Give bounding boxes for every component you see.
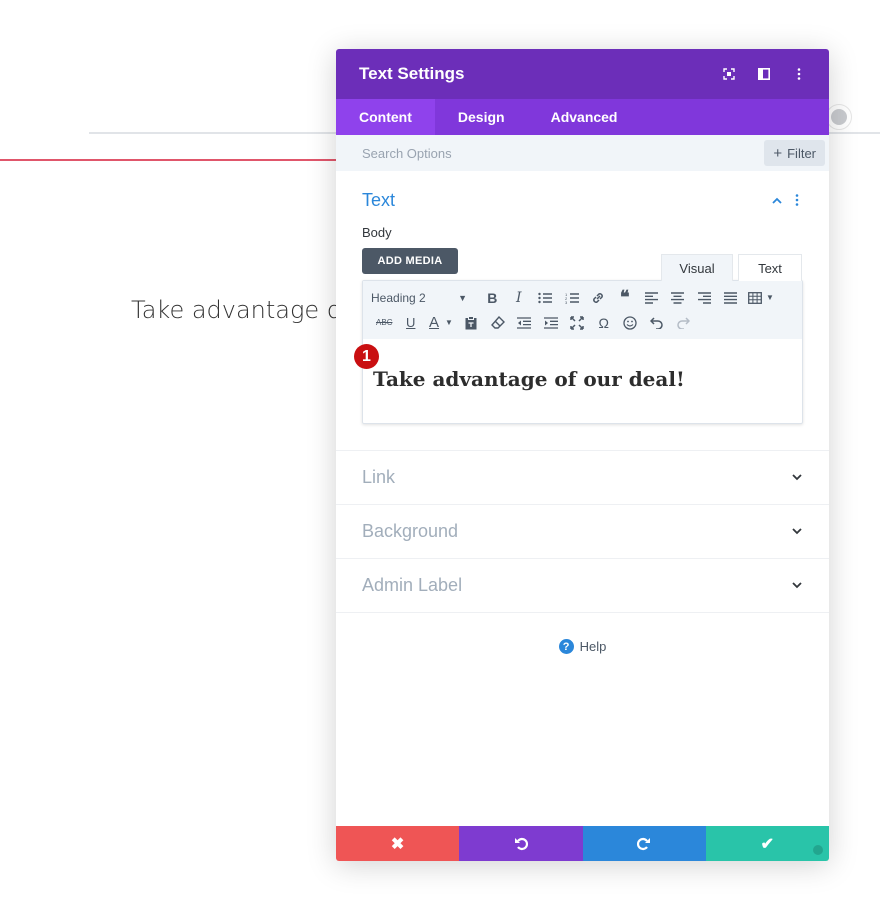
text-section-title: Text bbox=[362, 189, 396, 210]
italic-icon[interactable]: I bbox=[506, 287, 533, 309]
text-settings-modal: Text Settings Content Design Advanced + … bbox=[336, 49, 829, 861]
modal-footer: ✖ ✔ bbox=[336, 826, 829, 861]
modal-header: Text Settings bbox=[336, 49, 829, 99]
chevron-down-icon[interactable] bbox=[791, 472, 803, 484]
undo-icon[interactable] bbox=[644, 312, 671, 334]
undo-button[interactable] bbox=[459, 826, 583, 861]
indent-icon[interactable] bbox=[538, 312, 565, 334]
link-section-title: Link bbox=[362, 467, 396, 487]
chevron-down-icon[interactable] bbox=[791, 526, 803, 538]
special-character-icon[interactable]: Ω bbox=[591, 312, 618, 334]
redo-icon[interactable] bbox=[670, 312, 697, 334]
background-section[interactable]: Background bbox=[336, 505, 829, 559]
step-badge: 1 bbox=[354, 344, 379, 369]
format-select-value: Heading 2 bbox=[371, 290, 426, 305]
help-icon: ? bbox=[558, 639, 574, 654]
emoji-icon[interactable] bbox=[617, 312, 644, 334]
modal-tabs: Content Design Advanced bbox=[336, 99, 829, 135]
link-icon[interactable] bbox=[585, 287, 612, 309]
fullscreen-icon[interactable] bbox=[564, 312, 591, 334]
chevron-up-icon[interactable] bbox=[771, 194, 783, 206]
strikethrough-icon[interactable]: ABC bbox=[371, 312, 398, 334]
text-mode-tab[interactable]: Text bbox=[738, 254, 802, 281]
modal-title: Text Settings bbox=[359, 64, 465, 83]
page-heading-text: Take advantage of bbox=[131, 296, 350, 324]
target-icon[interactable] bbox=[722, 67, 736, 81]
align-center-icon[interactable] bbox=[665, 287, 692, 309]
search-bar: + Filter bbox=[336, 135, 829, 171]
help-link[interactable]: ? Help bbox=[336, 639, 829, 654]
admin-label-section-title: Admin Label bbox=[362, 575, 463, 595]
text-color-icon[interactable]: A ▼ bbox=[424, 312, 458, 334]
filter-label: Filter bbox=[787, 145, 816, 161]
redo-icon bbox=[637, 837, 651, 850]
blockquote-icon[interactable]: ❝ bbox=[612, 287, 639, 309]
discard-button[interactable]: ✖ bbox=[336, 826, 460, 861]
tab-advanced[interactable]: Advanced bbox=[528, 99, 641, 135]
svg-text:3: 3 bbox=[565, 300, 568, 304]
background-section-title: Background bbox=[362, 521, 459, 541]
clear-formatting-icon[interactable] bbox=[485, 312, 512, 334]
text-section: Text Body ADD MEDIA Visual Text Heading … bbox=[336, 171, 829, 451]
editor-bar: ADD MEDIA Visual Text bbox=[362, 246, 803, 281]
help-label: Help bbox=[579, 639, 607, 654]
table-icon[interactable]: ▼ bbox=[744, 287, 778, 309]
align-left-icon[interactable] bbox=[638, 287, 665, 309]
more-vertical-icon[interactable] bbox=[791, 194, 803, 206]
body-label: Body bbox=[362, 225, 392, 240]
bold-icon[interactable]: B bbox=[479, 287, 506, 309]
more-vertical-icon[interactable] bbox=[792, 67, 806, 81]
outdent-icon[interactable] bbox=[511, 312, 538, 334]
editor-toolbar: Heading 2 ▼ B I 123 ❝ ▼ ABC U A ▼ Ω bbox=[363, 281, 802, 339]
admin-label-section[interactable]: Admin Label bbox=[336, 559, 829, 613]
underline-icon[interactable]: U bbox=[398, 312, 425, 334]
caret-down-icon: ▼ bbox=[458, 292, 467, 303]
undo-icon bbox=[514, 837, 528, 850]
sidebar-layout-icon[interactable] bbox=[757, 67, 771, 81]
tab-design[interactable]: Design bbox=[435, 99, 528, 135]
filter-button[interactable]: + Filter bbox=[764, 140, 825, 166]
text-section-header[interactable]: Text bbox=[362, 188, 803, 212]
format-select[interactable]: Heading 2 ▼ bbox=[371, 291, 475, 305]
editor-content[interactable]: Take advantage of our deal! bbox=[363, 339, 802, 423]
check-icon: ✔ bbox=[760, 835, 775, 853]
plus-icon: + bbox=[773, 144, 783, 162]
section-divider-red bbox=[0, 159, 340, 161]
chevron-down-icon[interactable] bbox=[791, 580, 803, 592]
paste-as-text-icon[interactable] bbox=[458, 312, 485, 334]
align-right-icon[interactable] bbox=[691, 287, 718, 309]
rich-text-editor: Heading 2 ▼ B I 123 ❝ ▼ ABC U A ▼ Ω Take… bbox=[362, 280, 803, 424]
redo-button[interactable] bbox=[582, 826, 706, 861]
link-section[interactable]: Link bbox=[336, 451, 829, 505]
close-icon: ✖ bbox=[390, 835, 405, 853]
bullet-list-icon[interactable] bbox=[532, 287, 559, 309]
add-media-button[interactable]: ADD MEDIA bbox=[362, 248, 458, 274]
tab-content[interactable]: Content bbox=[336, 99, 435, 135]
resize-handle[interactable] bbox=[813, 845, 823, 855]
search-input[interactable] bbox=[362, 145, 765, 161]
save-button[interactable]: ✔ bbox=[705, 826, 829, 861]
module-settings-icon[interactable] bbox=[826, 104, 852, 130]
numbered-list-icon[interactable]: 123 bbox=[559, 287, 586, 309]
align-justify-icon[interactable] bbox=[718, 287, 745, 309]
visual-mode-tab[interactable]: Visual bbox=[661, 254, 733, 281]
